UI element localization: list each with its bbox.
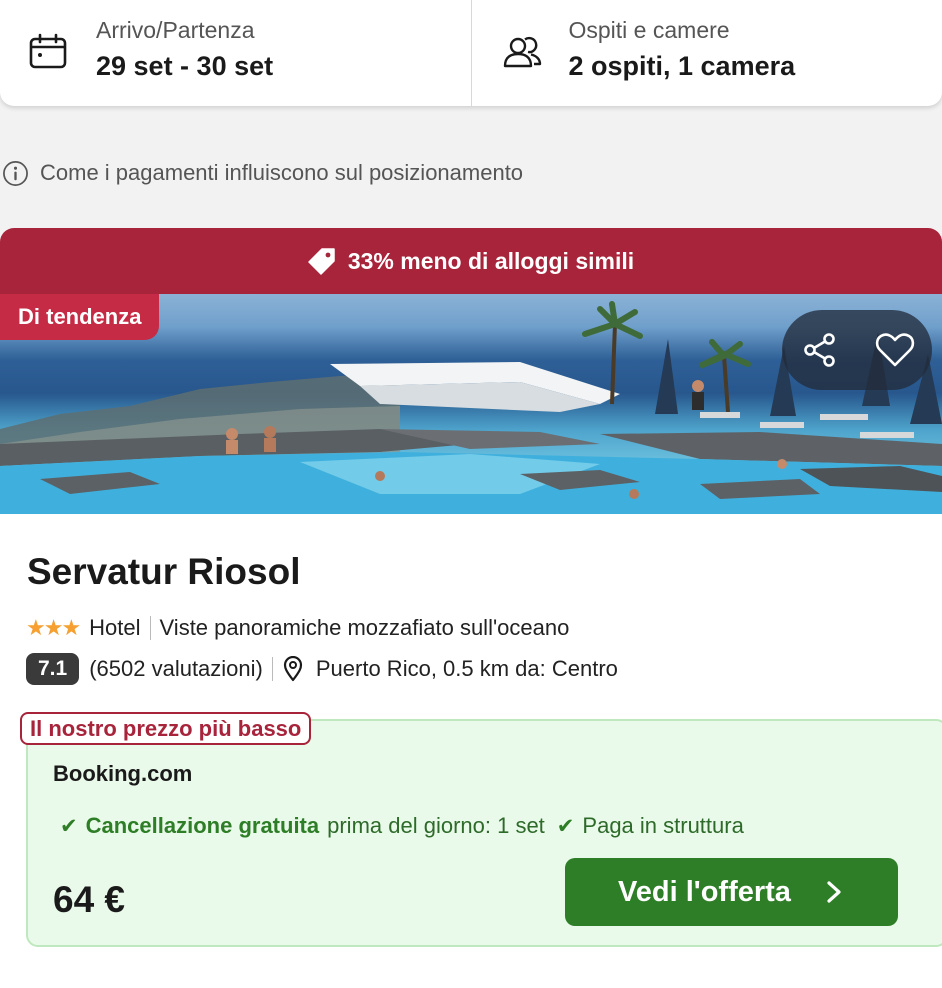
- view-offer-button[interactable]: Vedi l'offerta: [565, 858, 898, 926]
- hotel-name[interactable]: Servatur Riosol: [27, 551, 300, 593]
- offer-price: 64 €: [53, 879, 125, 921]
- info-icon: [2, 160, 29, 187]
- hotel-card[interactable]: 33% meno di alloggi simili: [0, 228, 942, 988]
- star-rating: ★★★: [26, 615, 79, 641]
- hotel-location[interactable]: Puerto Rico, 0.5 km da: Centro: [316, 656, 618, 682]
- disclaimer-text: Come i pagamenti influiscono sul posizio…: [40, 160, 523, 186]
- lowest-price-label: Il nostro prezzo più basso: [20, 712, 311, 745]
- review-count[interactable]: (6502 valutazioni): [89, 656, 263, 682]
- deal-banner: 33% meno di alloggi simili: [0, 228, 942, 294]
- guests-label: Ospiti e camere: [569, 16, 796, 44]
- hotel-meta: ★★★ Hotel Viste panoramiche mozzafiato s…: [26, 613, 569, 643]
- share-icon[interactable]: [799, 329, 841, 371]
- property-type: Hotel: [89, 615, 140, 641]
- offer-perks: ✔ Cancellazione gratuita prima del giorn…: [60, 811, 744, 841]
- guests-selector[interactable]: Ospiti e camere 2 ospiti, 1 camera: [471, 0, 942, 106]
- hotel-rating-location: 7.1 (6502 valutazioni) Puerto Rico, 0.5 …: [26, 652, 618, 686]
- hotel-photo[interactable]: Di tendenza: [0, 294, 942, 514]
- calendar-icon: [28, 32, 68, 72]
- pay-at-property: Paga in struttura: [582, 813, 743, 839]
- divider: [150, 616, 151, 640]
- dates-value: 29 set - 30 set: [96, 50, 273, 82]
- search-bar: Arrivo/Partenza 29 set - 30 set Ospiti e…: [0, 0, 942, 106]
- view-offer-label: Vedi l'offerta: [618, 876, 791, 909]
- check-icon: ✔: [557, 814, 575, 839]
- chevron-right-icon: [823, 880, 845, 904]
- people-icon: [502, 32, 542, 72]
- photo-actions: [782, 310, 932, 390]
- offer-provider: Booking.com: [53, 761, 192, 787]
- dates-selector[interactable]: Arrivo/Partenza 29 set - 30 set: [0, 0, 471, 106]
- score-badge: 7.1: [26, 653, 79, 685]
- divider: [272, 657, 273, 681]
- trending-badge: Di tendenza: [0, 294, 159, 340]
- deal-banner-text: 33% meno di alloggi simili: [348, 248, 634, 275]
- heart-icon[interactable]: [874, 329, 916, 371]
- guests-value: 2 ospiti, 1 camera: [569, 50, 796, 82]
- price-tag-icon: [308, 247, 336, 275]
- free-cancellation: Cancellazione gratuita: [86, 813, 320, 839]
- ranking-disclaimer-link[interactable]: Come i pagamenti influiscono sul posizio…: [2, 158, 523, 188]
- check-icon: ✔: [60, 814, 78, 839]
- hotel-highlight: Viste panoramiche mozzafiato sull'oceano: [160, 615, 570, 641]
- cancellation-deadline: prima del giorno: 1 set: [327, 813, 545, 839]
- location-pin-icon: [282, 656, 304, 682]
- dates-label: Arrivo/Partenza: [96, 16, 273, 44]
